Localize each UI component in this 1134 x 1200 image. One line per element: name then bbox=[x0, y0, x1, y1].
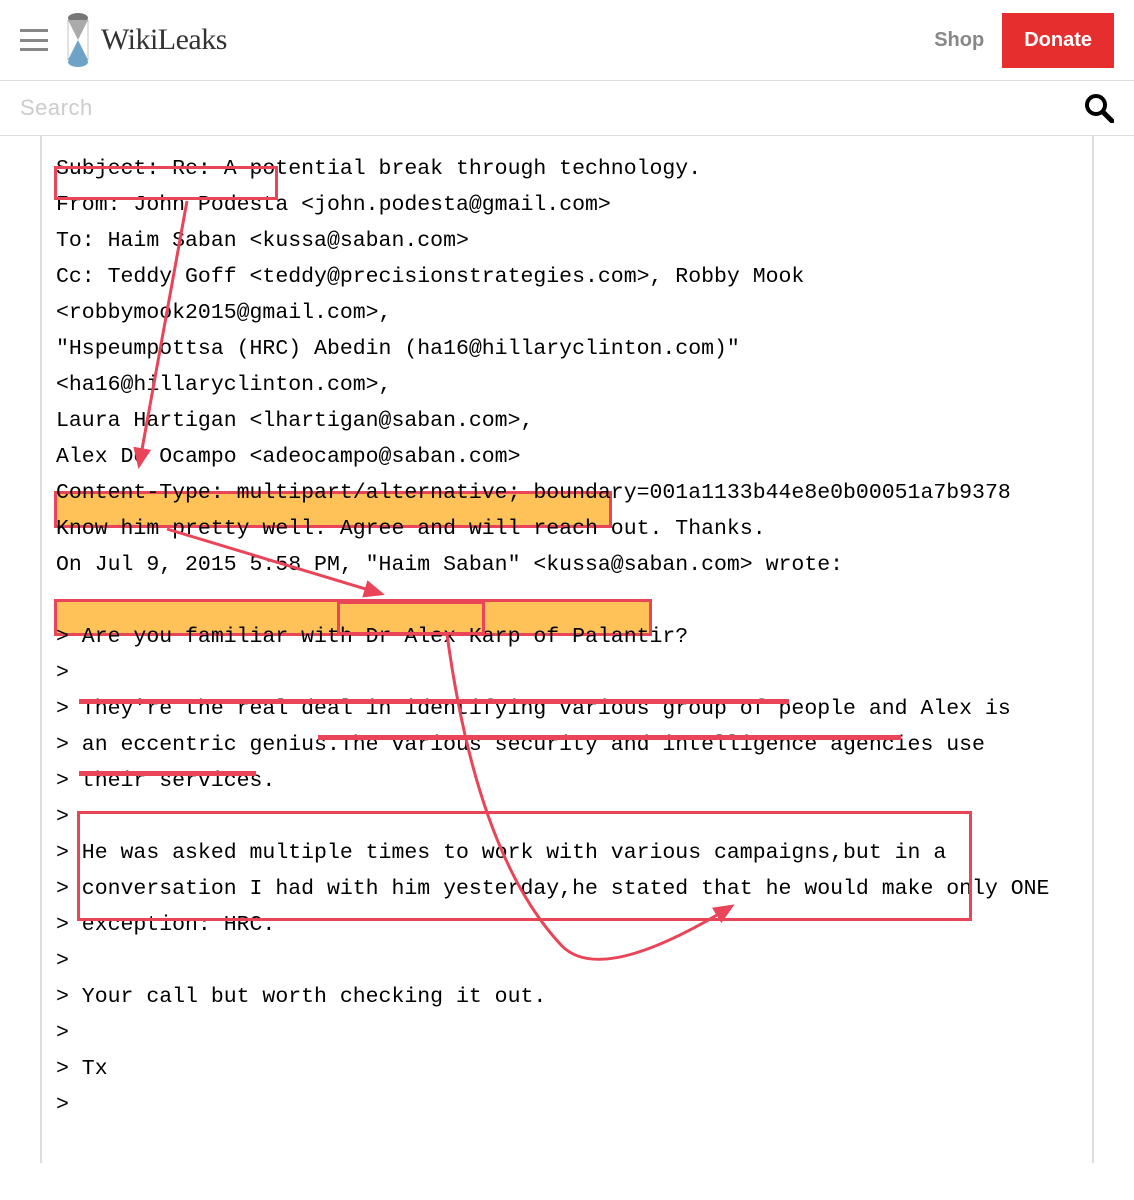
quoted-line: > Your call but worth checking it out. bbox=[56, 979, 1078, 1015]
search-input[interactable] bbox=[20, 95, 1084, 121]
quoted-line: > They're the real deal in identifying v… bbox=[56, 691, 1078, 727]
quoted-line: > Tx bbox=[56, 1051, 1078, 1087]
email-subject: Subject: Re: A potential break through t… bbox=[56, 151, 1078, 187]
email-cc: Alex De Ocampo <adeocampo@saban.com> bbox=[56, 439, 1078, 475]
shop-link[interactable]: Shop bbox=[934, 29, 984, 52]
quoted-line: > conversation I had with him yesterday,… bbox=[56, 871, 1078, 907]
hamburger-menu-icon[interactable] bbox=[20, 29, 48, 51]
email-content-type: Content-Type: multipart/alternative; bou… bbox=[56, 475, 1078, 511]
quoted-line: > bbox=[56, 799, 1078, 835]
email-content: Subject: Re: A potential break through t… bbox=[40, 136, 1094, 1163]
email-body: Know him pretty well. Agree and will rea… bbox=[56, 511, 1078, 547]
header-actions: Shop Donate bbox=[934, 13, 1114, 68]
quoted-line: > Are you familiar with Dr Alex Karp of … bbox=[56, 619, 1078, 655]
wikileaks-hourglass-icon bbox=[63, 10, 93, 70]
quoted-line: > exception: HRC. bbox=[56, 907, 1078, 943]
email-cc: Laura Hartigan <lhartigan@saban.com>, bbox=[56, 403, 1078, 439]
search-icon[interactable] bbox=[1084, 93, 1114, 123]
email-cc: Cc: Teddy Goff <teddy@precisionstrategie… bbox=[56, 259, 1078, 295]
search-bar bbox=[0, 81, 1134, 136]
site-header: WikiLeaks Shop Donate bbox=[0, 0, 1134, 81]
email-to: To: Haim Saban <kussa@saban.com> bbox=[56, 223, 1078, 259]
brand-name: WikiLeaks bbox=[101, 23, 227, 57]
email-cc: "Hspeumpottsa (HRC) Abedin (ha16@hillary… bbox=[56, 331, 1078, 403]
blank-line bbox=[56, 583, 1078, 619]
quoted-line: > He was asked multiple times to work wi… bbox=[56, 835, 1078, 871]
quoted-line: > bbox=[56, 655, 1078, 691]
quoted-line: > bbox=[56, 1015, 1078, 1051]
quoted-line: > bbox=[56, 1087, 1078, 1123]
email-cc: <robbymook2015@gmail.com>, bbox=[56, 295, 1078, 331]
donate-button[interactable]: Donate bbox=[1002, 13, 1114, 68]
logo[interactable]: WikiLeaks bbox=[63, 10, 934, 70]
email-from: From: John Podesta <john.podesta@gmail.c… bbox=[56, 187, 1078, 223]
quoted-line: > bbox=[56, 943, 1078, 979]
quoted-line: > their services. bbox=[56, 763, 1078, 799]
email-body: On Jul 9, 2015 5:58 PM, "Haim Saban" <ku… bbox=[56, 547, 1078, 583]
quoted-line: > an eccentric genius.The various securi… bbox=[56, 727, 1078, 763]
